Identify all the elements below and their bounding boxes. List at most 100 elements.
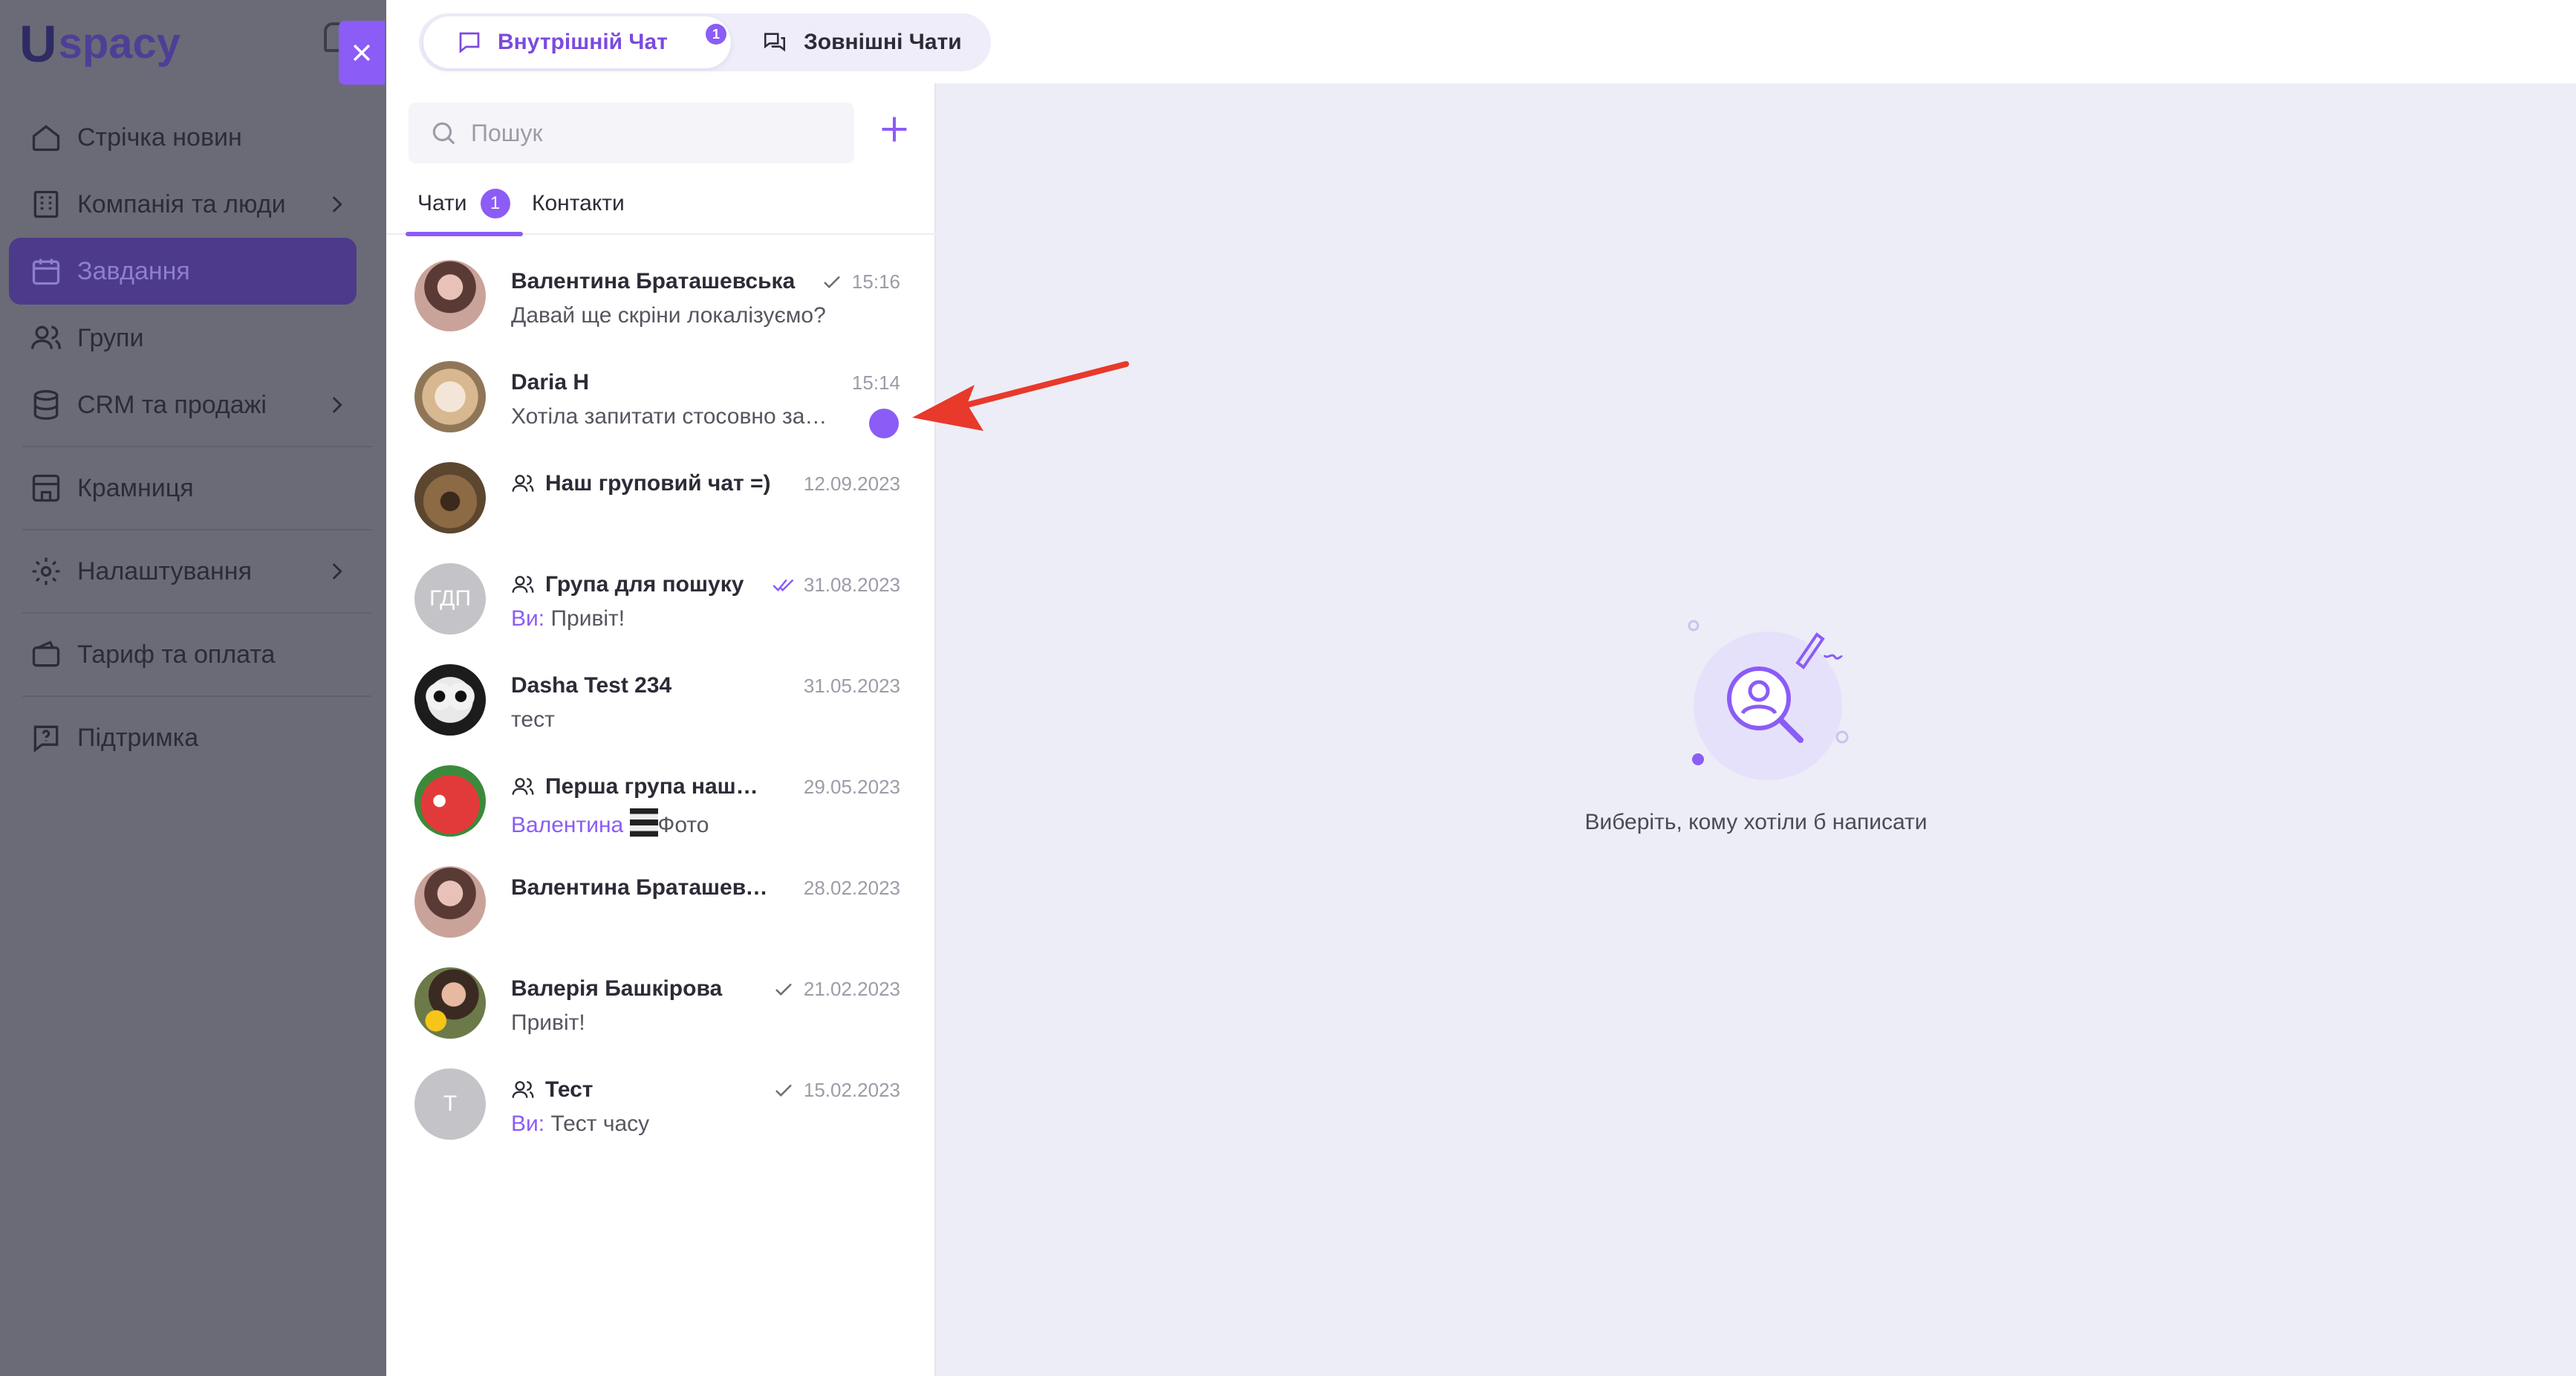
chat-name: Перша група нашого чату bbox=[511, 774, 808, 799]
check-icon bbox=[775, 983, 792, 996]
annotation-arrow-icon bbox=[912, 361, 1129, 431]
sidebar-item-news[interactable]: Стрічка новин bbox=[0, 104, 386, 171]
photo-thumbnail bbox=[629, 808, 658, 837]
sidebar-item-tasks[interactable]: Завдання bbox=[9, 238, 357, 305]
app-logo[interactable]: U spacy bbox=[19, 18, 180, 70]
chat-last-message: Ви: Привіт! bbox=[511, 606, 860, 632]
search-icon bbox=[432, 122, 455, 145]
time-text: 29.05.2023 bbox=[803, 776, 900, 798]
chat-list-item[interactable]: Daria H 15:14 Хотіла запитати стосовно з… bbox=[386, 348, 936, 449]
chat-list-item[interactable]: Валентина Браташевська 15:16 Давай ще ск… bbox=[386, 247, 936, 348]
sidebar-item-settings[interactable]: Налаштування bbox=[0, 538, 386, 605]
chat-time: 29.05.2023 bbox=[804, 776, 900, 799]
chat-list-item[interactable]: ГДП Група для пошуку 31.08.2023 Ви: Прив… bbox=[386, 550, 936, 651]
chat-time: 15:14 bbox=[852, 371, 900, 395]
group-icon bbox=[512, 778, 534, 795]
active-tab-indicator bbox=[406, 232, 523, 236]
chat-last-message: тест bbox=[511, 707, 555, 732]
sidebar-item-store[interactable]: Крамниця bbox=[0, 455, 386, 522]
chat-last-message: Валентина Фото bbox=[511, 808, 860, 838]
unread-badge: 1 bbox=[706, 24, 726, 45]
chat-list: Валентина Браташевська 15:16 Давай ще ск… bbox=[386, 247, 936, 1156]
store-icon bbox=[30, 472, 62, 504]
message-text: Тест часу bbox=[550, 1111, 650, 1136]
time-text: 15.02.2023 bbox=[803, 1079, 900, 1101]
divider bbox=[22, 695, 371, 697]
tab-contacts[interactable]: Контакти bbox=[532, 172, 625, 235]
check-icon bbox=[824, 276, 840, 288]
chat-name-text: Перша група нашого чату bbox=[545, 774, 768, 799]
empty-state-text: Виберіть, кому хотіли б написати bbox=[1584, 810, 1928, 834]
chat-name: Валерія Башкірова bbox=[511, 976, 723, 1001]
chevron-right-icon bbox=[332, 397, 342, 413]
close-chat-button[interactable] bbox=[339, 21, 385, 85]
app-sidebar: U spacy Стрічка новин Компанія та люди З… bbox=[0, 0, 386, 1376]
chat-time: 15.02.2023 bbox=[773, 1079, 900, 1102]
tab-internal-chat[interactable]: Внутрішній Чат 1 bbox=[423, 16, 731, 68]
sidebar-item-label: CRM та продажі bbox=[77, 390, 267, 419]
logo-mark: U bbox=[19, 15, 57, 73]
chat-list-item[interactable]: Dasha Test 234 31.05.2023 тест bbox=[386, 651, 936, 752]
divider bbox=[22, 529, 371, 530]
chat-last-message: Давай ще скріни локалізуємо? bbox=[511, 303, 826, 328]
tab-label: Чати bbox=[417, 191, 467, 215]
gear-icon bbox=[30, 555, 62, 588]
users-icon bbox=[30, 322, 62, 354]
group-icon bbox=[512, 576, 534, 593]
chat-last-message: Ви: Тест часу bbox=[511, 1111, 860, 1137]
chat-list-item[interactable]: Наш груповий чат =) 12.09.2023 bbox=[386, 449, 936, 550]
check-icon bbox=[775, 1084, 792, 1097]
chat-last-message: Хотіла запитати стосовно завдання bbox=[511, 404, 838, 429]
chat-name-text: Наш груповий чат =) bbox=[545, 471, 771, 496]
group-icon bbox=[512, 1081, 534, 1098]
chat-list-item[interactable]: Т Тест 15.02.2023 Ви: Тест часу bbox=[386, 1055, 936, 1156]
chat-topbar: Внутрішній Чат 1 Зовнішні Чати bbox=[386, 0, 2576, 83]
chat-bubble-icon bbox=[459, 32, 480, 53]
divider bbox=[22, 446, 371, 447]
tab-label: Зовнішні Чати bbox=[804, 30, 962, 54]
add-chat-button[interactable] bbox=[878, 113, 911, 146]
tab-label: Контакти bbox=[532, 191, 625, 215]
sidebar-item-crm[interactable]: CRM та продажі bbox=[0, 371, 386, 438]
double-check-icon bbox=[773, 579, 794, 591]
wallet-icon bbox=[30, 638, 62, 671]
sidebar-nav: Стрічка новин Компанія та люди Завдання … bbox=[0, 104, 386, 771]
chat-name-text: Валентина Браташевська bbox=[511, 875, 778, 900]
sidebar-item-groups[interactable]: Групи bbox=[0, 305, 386, 371]
sidebar-item-billing[interactable]: Тариф та оплата bbox=[0, 621, 386, 688]
sidebar-item-label: Крамниця bbox=[77, 473, 194, 502]
chat-name: Наш груповий чат =) bbox=[511, 471, 808, 496]
chat-name: Тест bbox=[511, 1077, 808, 1103]
chat-list-item[interactable]: Перша група нашого чату 29.05.2023 Вален… bbox=[386, 752, 936, 853]
chat-list-item[interactable]: Валентина Браташевська 28.02.2023 bbox=[386, 853, 936, 954]
tab-chats[interactable]: Чати 1 bbox=[406, 172, 524, 236]
time-text: 15:14 bbox=[851, 371, 900, 394]
chats-count-badge: 1 bbox=[480, 189, 510, 218]
sidebar-item-support[interactable]: Підтримка bbox=[0, 704, 386, 771]
chat-list-item[interactable]: Валерія Башкірова 21.02.2023 Привіт! bbox=[386, 954, 936, 1055]
chevron-right-icon bbox=[332, 196, 342, 212]
list-tabs: Чати 1 Контакти bbox=[386, 172, 936, 236]
tab-external-chats[interactable]: Зовнішні Чати bbox=[762, 16, 962, 68]
avatar bbox=[414, 462, 486, 533]
empty-conversation-area: Виберіть, кому хотіли б написати bbox=[936, 83, 2576, 1376]
time-text: 28.02.2023 bbox=[803, 877, 900, 899]
avatar bbox=[414, 664, 486, 736]
chat-last-message: Привіт! bbox=[511, 1010, 585, 1035]
time-text: 31.08.2023 bbox=[803, 574, 900, 596]
chat-time: 31.05.2023 bbox=[804, 675, 900, 698]
chat-name: Daria H bbox=[511, 370, 590, 395]
search-input[interactable] bbox=[471, 119, 842, 147]
chat-name-text: Тест bbox=[545, 1077, 593, 1102]
avatar bbox=[414, 361, 486, 432]
close-icon bbox=[353, 44, 371, 62]
tab-label: Внутрішній Чат bbox=[498, 30, 668, 54]
chat-name: Валентина Браташевська bbox=[511, 269, 796, 293]
sidebar-item-company[interactable]: Компанія та люди bbox=[0, 171, 386, 238]
avatar: ГДП bbox=[414, 563, 486, 635]
sender-label: Ви: bbox=[511, 606, 545, 631]
logo-text: spacy bbox=[58, 19, 181, 68]
calendar-icon bbox=[30, 255, 62, 288]
chats-icon bbox=[764, 33, 786, 52]
database-icon bbox=[30, 389, 62, 421]
